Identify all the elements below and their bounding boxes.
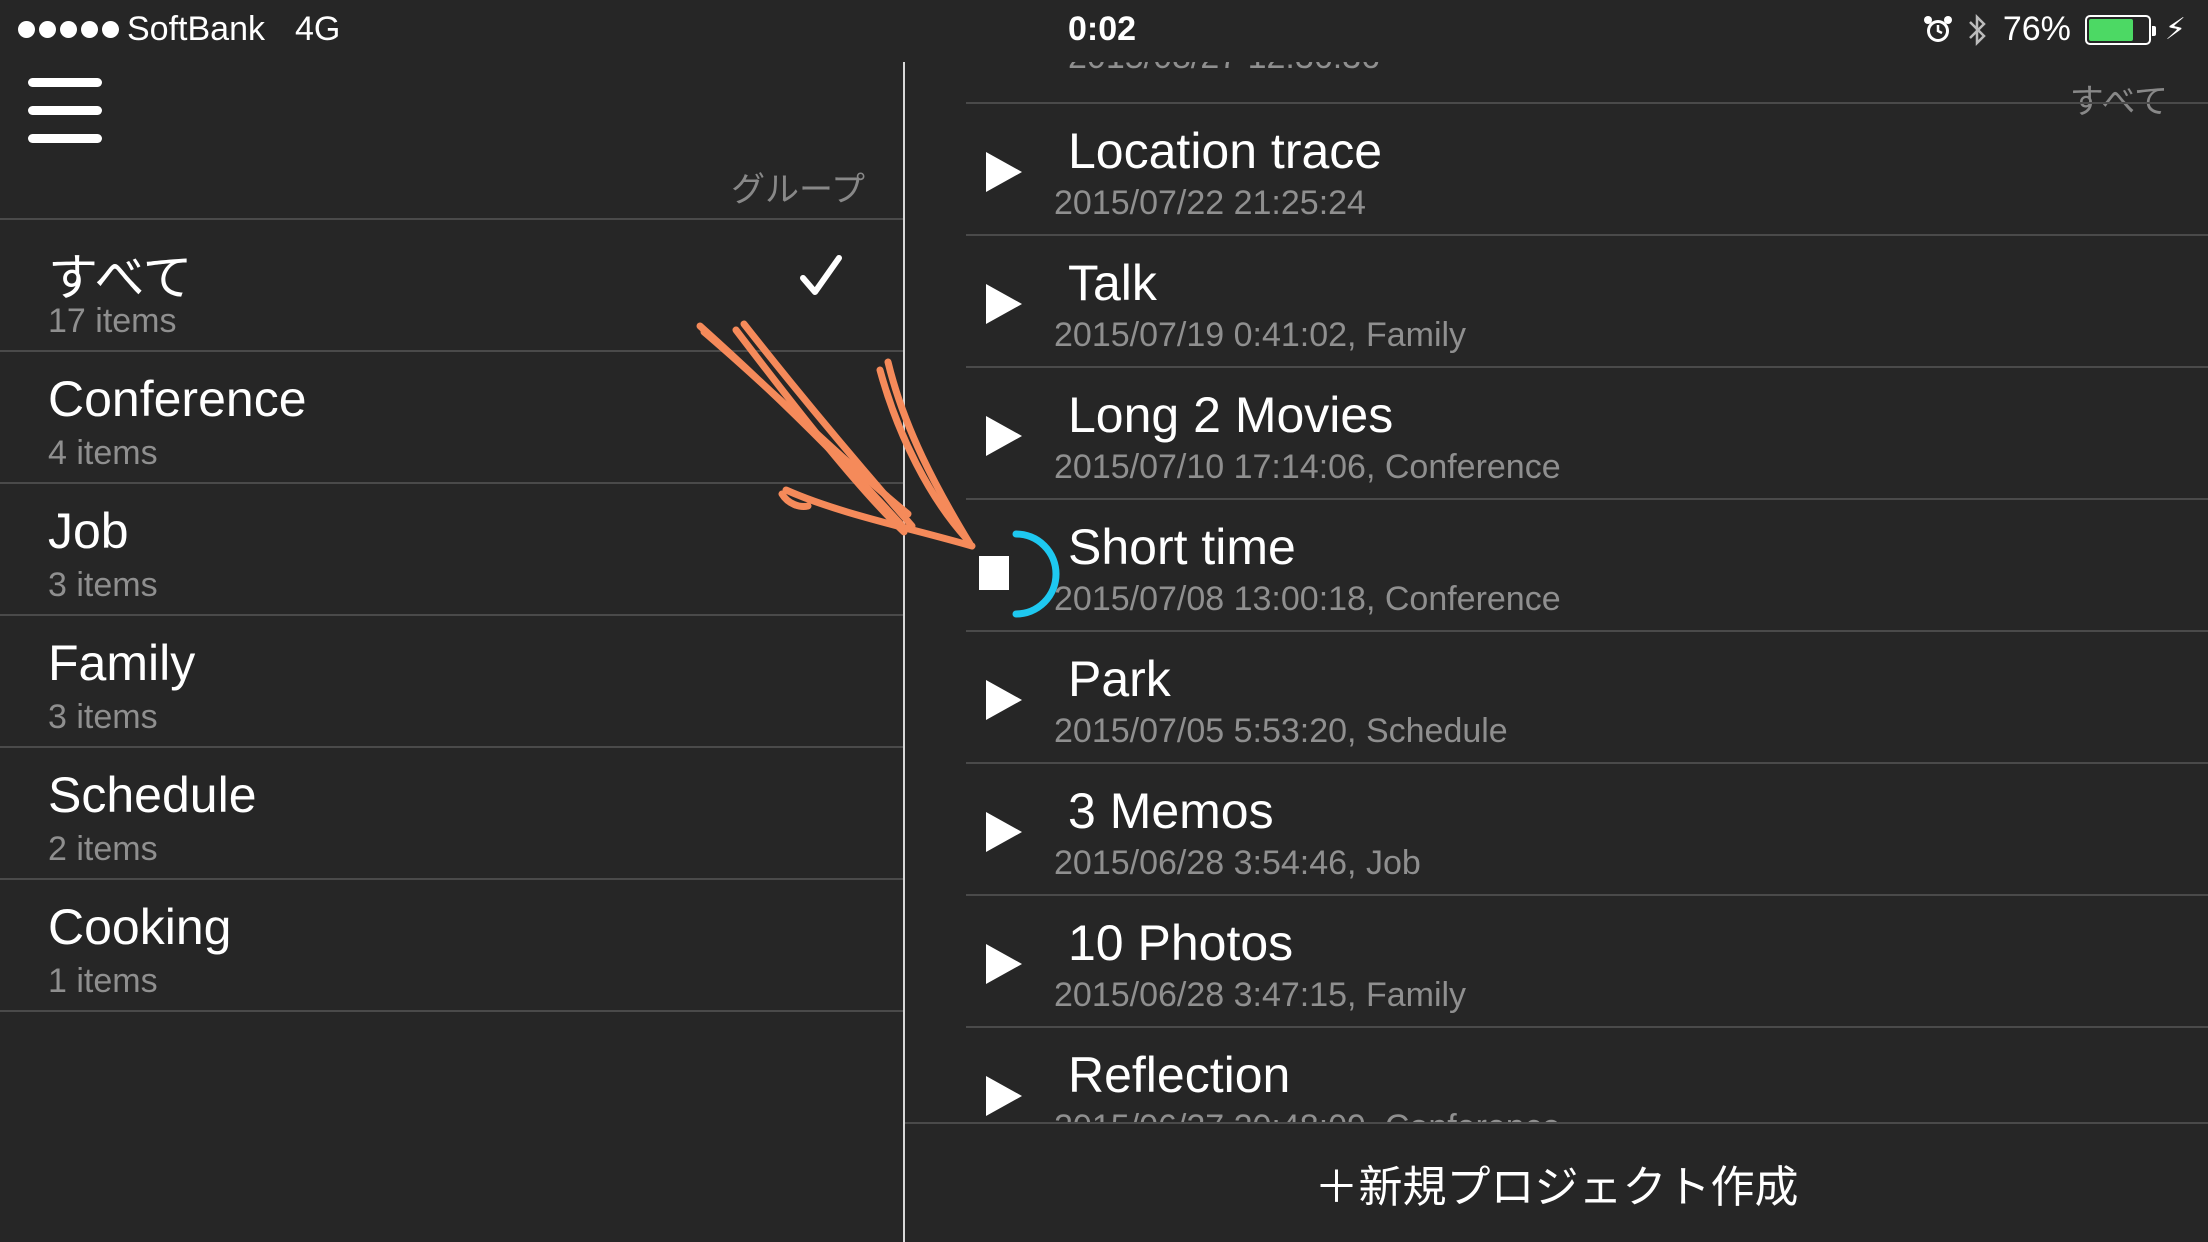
project-pane: 2015/08/27 12:36:36 すべて Location trace 2… bbox=[905, 62, 2208, 1242]
battery-icon bbox=[2084, 14, 2156, 45]
project-row[interactable]: Long 2 Movies 2015/07/10 17:14:06, Confe… bbox=[966, 368, 2208, 500]
bluetooth-icon bbox=[1968, 13, 1986, 46]
charging-bolt-icon: ⚡ bbox=[2164, 13, 2186, 46]
signal-strength-icon bbox=[18, 21, 119, 38]
group-count: 4 items bbox=[48, 434, 158, 472]
group-name: Schedule bbox=[48, 767, 257, 823]
project-name: 3 Memos bbox=[1068, 783, 1274, 839]
project-name: Long 2 Movies bbox=[1068, 387, 1394, 443]
project-name: Park bbox=[1068, 651, 1171, 707]
group-name: Family bbox=[48, 635, 196, 691]
project-meta: 2015/07/05 5:53:20, Schedule bbox=[1054, 712, 1508, 750]
project-list-scroll[interactable]: 2015/08/27 12:36:36 すべて Location trace 2… bbox=[905, 62, 2208, 1122]
battery-percent: 76% bbox=[2002, 10, 2071, 48]
group-item-conference[interactable]: Conference 4 items bbox=[0, 352, 903, 484]
play-icon[interactable] bbox=[984, 942, 1024, 986]
status-right: 76% ⚡ bbox=[1923, 10, 2186, 49]
project-row[interactable]: Reflection 2015/06/27 20:48:09, Conferen… bbox=[966, 1028, 2208, 1122]
stop-progress-icon[interactable] bbox=[976, 524, 1060, 624]
group-name: すべて bbox=[48, 250, 193, 306]
group-item-family[interactable]: Family 3 items bbox=[0, 616, 903, 748]
group-name: Cooking bbox=[48, 899, 232, 955]
status-left: SoftBank 4G bbox=[18, 10, 340, 49]
project-meta: 2015/07/10 17:14:06, Conference bbox=[1054, 448, 1561, 486]
project-name: Talk bbox=[1068, 255, 1157, 311]
project-meta: 2015/07/19 0:41:02, Family bbox=[1054, 316, 1467, 354]
play-icon[interactable] bbox=[984, 1074, 1024, 1118]
project-meta: 2015/07/22 21:25:24 bbox=[1054, 184, 1366, 222]
group-header-label: グループ bbox=[731, 171, 865, 209]
project-meta: 2015/06/28 3:47:15, Family bbox=[1054, 976, 1467, 1014]
play-icon[interactable] bbox=[984, 678, 1024, 722]
project-name: Location trace bbox=[1068, 123, 1383, 179]
play-icon[interactable] bbox=[984, 282, 1024, 326]
project-meta: 2015/06/27 20:48:09, Conference bbox=[1054, 1108, 1561, 1122]
group-item-job[interactable]: Job 3 items bbox=[0, 484, 903, 616]
group-count: 2 items bbox=[48, 830, 158, 868]
group-count: 3 items bbox=[48, 698, 158, 736]
new-project-button[interactable]: ＋新規プロジェクト作成 bbox=[1315, 1151, 1799, 1215]
group-count: 17 items bbox=[48, 302, 177, 340]
play-icon[interactable] bbox=[984, 414, 1024, 458]
checkmark-icon bbox=[800, 255, 842, 295]
project-row-playing[interactable]: Short time 2015/07/08 13:00:18, Conferen… bbox=[966, 500, 2208, 632]
group-list: すべて 17 items Conference 4 items Job 3 it… bbox=[0, 218, 903, 1012]
group-count: 3 items bbox=[48, 566, 158, 604]
hamburger-icon[interactable] bbox=[28, 78, 102, 144]
group-name: Job bbox=[48, 503, 129, 559]
group-item-cooking[interactable]: Cooking 1 items bbox=[0, 880, 903, 1012]
project-list: Location trace 2015/07/22 21:25:24 Talk … bbox=[966, 102, 2208, 1122]
group-sidebar: グループ すべて 17 items Conference 4 items Job… bbox=[0, 62, 903, 1242]
partial-project-meta: 2015/08/27 12:36:36 bbox=[1068, 62, 1380, 77]
project-name: Short time bbox=[1068, 519, 1296, 575]
carrier-name: SoftBank bbox=[127, 10, 265, 48]
status-bar: SoftBank 4G 0:02 76% ⚡ bbox=[0, 0, 2208, 62]
play-icon[interactable] bbox=[984, 150, 1024, 194]
group-item-all[interactable]: すべて 17 items bbox=[0, 220, 903, 352]
project-row[interactable]: 3 Memos 2015/06/28 3:54:46, Job bbox=[966, 764, 2208, 896]
group-item-schedule[interactable]: Schedule 2 items bbox=[0, 748, 903, 880]
project-name: Reflection bbox=[1068, 1047, 1291, 1103]
project-row[interactable]: Talk 2015/07/19 0:41:02, Family bbox=[966, 236, 2208, 368]
project-row[interactable]: 10 Photos 2015/06/28 3:47:15, Family bbox=[966, 896, 2208, 1028]
group-count: 1 items bbox=[48, 962, 158, 1000]
project-row[interactable]: Park 2015/07/05 5:53:20, Schedule bbox=[966, 632, 2208, 764]
network-type: 4G bbox=[294, 10, 341, 48]
alarm-icon bbox=[1923, 15, 1952, 42]
status-time: 0:02 bbox=[1068, 10, 1137, 48]
new-project-bar[interactable]: ＋新規プロジェクト作成 bbox=[905, 1122, 2208, 1242]
project-meta: 2015/06/28 3:54:46, Job bbox=[1054, 844, 1421, 882]
project-name: 10 Photos bbox=[1068, 915, 1294, 971]
group-name: Conference bbox=[48, 371, 307, 427]
play-icon[interactable] bbox=[984, 810, 1024, 854]
project-meta: 2015/07/08 13:00:18, Conference bbox=[1054, 580, 1561, 618]
project-row[interactable]: Location trace 2015/07/22 21:25:24 bbox=[966, 104, 2208, 236]
